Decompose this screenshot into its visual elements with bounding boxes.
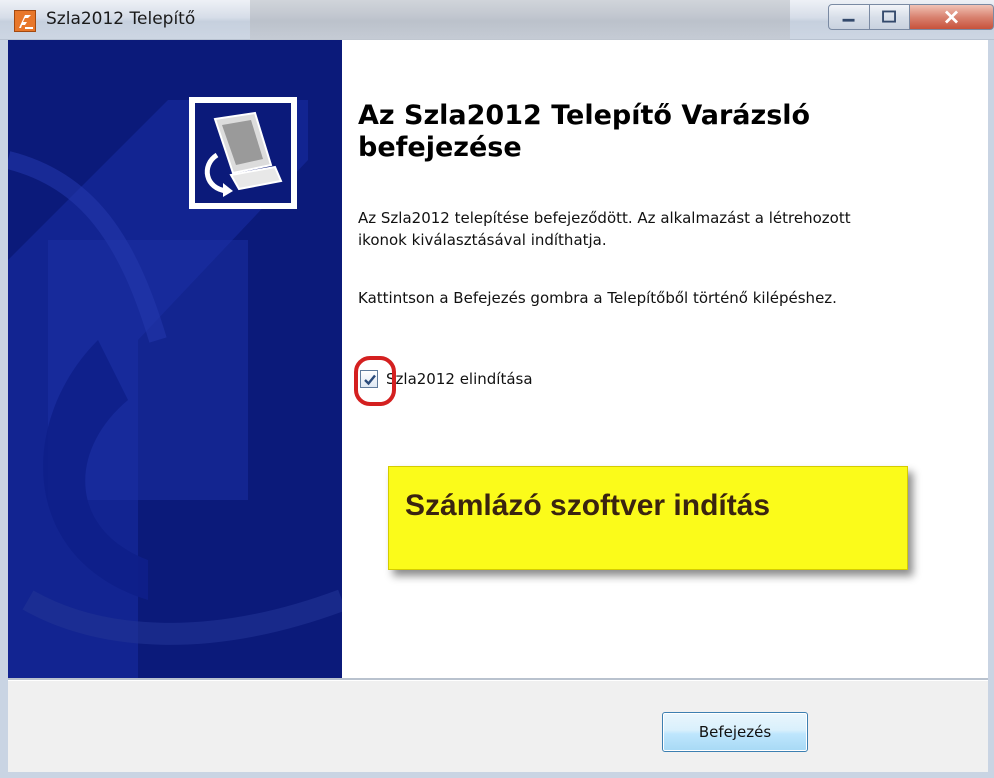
window-title: Szla2012 Telepítő xyxy=(46,9,196,29)
computer-install-icon xyxy=(204,111,283,197)
finish-button[interactable]: Befejezés xyxy=(662,712,808,752)
installer-app-icon[interactable] xyxy=(14,10,36,32)
minimize-button[interactable] xyxy=(828,4,870,30)
minimize-icon xyxy=(842,18,855,22)
wizard-footer xyxy=(8,681,988,772)
completion-message: Az Szla2012 telepítése befejeződött. Az … xyxy=(358,209,851,249)
installer-logo xyxy=(189,97,297,209)
wizard-content: Az Szla2012 Telepítő Varázsló befejezése… xyxy=(342,40,988,678)
title-bar-background xyxy=(250,0,790,40)
finish-instruction: Kattintson a Befejezés gombra a Telepítő… xyxy=(358,289,837,307)
maximize-icon xyxy=(882,10,896,23)
page-title: Az Szla2012 Telepítő Varázsló befejezése xyxy=(358,100,811,163)
window-controls xyxy=(828,4,994,32)
close-icon xyxy=(944,10,959,24)
launch-checkbox-label[interactable]: Szla2012 elindítása xyxy=(386,370,533,388)
close-button[interactable] xyxy=(910,4,994,30)
callout-text: Számlázó szoftver indítás xyxy=(405,489,771,522)
title-bar: Szla2012 Telepítő xyxy=(0,0,994,40)
maximize-button[interactable] xyxy=(870,4,910,30)
callout-annotation: Számlázó szoftver indítás xyxy=(388,466,908,570)
checkbox-highlight-annotation xyxy=(354,356,396,406)
wizard-side-panel xyxy=(8,40,342,678)
